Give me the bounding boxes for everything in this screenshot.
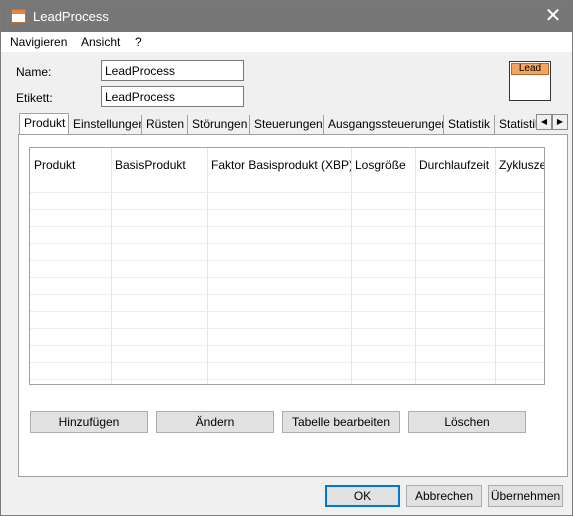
- menu-item-help[interactable]: ?: [135, 35, 142, 49]
- menu-item-navigieren[interactable]: Navigieren: [10, 35, 67, 49]
- row-divider: [30, 379, 544, 380]
- tab-panel-produkt: Produkt BasisProdukt Faktor Basisprodukt…: [18, 134, 568, 477]
- cancel-button[interactable]: Abbrechen: [406, 485, 482, 507]
- edit-table-button[interactable]: Tabelle bearbeiten: [282, 411, 400, 433]
- title-bar: LeadProcess ✕: [1, 1, 572, 32]
- column-header-faktor[interactable]: Faktor Basisprodukt (XBP): [211, 158, 351, 172]
- row-divider: [30, 277, 544, 278]
- add-button[interactable]: Hinzufügen: [30, 411, 148, 433]
- column-divider: [415, 148, 416, 384]
- row-divider: [30, 243, 544, 244]
- row-divider: [30, 311, 544, 312]
- scroll-left-icon[interactable]: ◀: [536, 114, 552, 130]
- scroll-right-icon[interactable]: ▶: [552, 114, 568, 130]
- label-field[interactable]: [101, 86, 244, 107]
- apply-button[interactable]: Übernehmen: [488, 485, 563, 507]
- delete-button[interactable]: Löschen: [408, 411, 526, 433]
- name-field[interactable]: [101, 60, 244, 81]
- column-divider: [351, 148, 352, 384]
- dialog-window: LeadProcess ✕ Navigieren Ansicht ? Name:…: [0, 0, 573, 516]
- column-header-losgroesse[interactable]: Losgröße: [355, 158, 413, 172]
- row-divider: [30, 226, 544, 227]
- column-divider: [495, 148, 496, 384]
- table-header: Produkt BasisProdukt Faktor Basisprodukt…: [30, 148, 544, 180]
- column-header-basisprodukt[interactable]: BasisProdukt: [115, 158, 207, 172]
- row-divider: [30, 328, 544, 329]
- column-header-produkt[interactable]: Produkt: [34, 158, 110, 172]
- column-divider: [207, 148, 208, 384]
- tab-statistik[interactable]: Statistik: [444, 115, 495, 134]
- tab-einstellungen[interactable]: Einstellungen: [69, 115, 142, 134]
- window-title: LeadProcess: [33, 9, 109, 24]
- menu-bar: Navigieren Ansicht ?: [1, 32, 572, 52]
- name-label: Name:: [16, 65, 52, 79]
- close-icon[interactable]: ✕: [542, 5, 564, 27]
- tab-strip: Produkt Einstellungen Rüsten Störungen S…: [19, 113, 537, 135]
- column-divider: [111, 148, 112, 384]
- tab-ruesten[interactable]: Rüsten: [142, 115, 188, 134]
- object-preview: Lead: [509, 61, 551, 101]
- tab-ausgangssteuerungen[interactable]: Ausgangssteuerungen: [324, 115, 444, 134]
- row-divider: [30, 345, 544, 346]
- menu-item-ansicht[interactable]: Ansicht: [81, 35, 120, 49]
- row-divider: [30, 260, 544, 261]
- row-divider: [30, 209, 544, 210]
- tab-stoerungen[interactable]: Störungen: [188, 115, 250, 134]
- label-label: Etikett:: [16, 91, 53, 105]
- app-icon: [11, 9, 26, 23]
- column-header-durchlaufzeit[interactable]: Durchlaufzeit: [419, 158, 495, 172]
- tab-statistik-2[interactable]: Statistik: [495, 115, 537, 134]
- row-divider: [30, 192, 544, 193]
- row-divider: [30, 294, 544, 295]
- object-preview-label: Lead: [511, 63, 549, 75]
- change-button[interactable]: Ändern: [156, 411, 274, 433]
- column-header-zykluszeit[interactable]: Zykluszeit: [499, 158, 544, 172]
- tab-scroll: ◀ ▶: [536, 114, 568, 130]
- ok-button[interactable]: OK: [325, 485, 400, 507]
- row-divider: [30, 362, 544, 363]
- tab-steuerungen[interactable]: Steuerungen: [250, 115, 324, 134]
- product-table: Produkt BasisProdukt Faktor Basisprodukt…: [29, 147, 545, 385]
- tab-produkt[interactable]: Produkt: [19, 113, 69, 135]
